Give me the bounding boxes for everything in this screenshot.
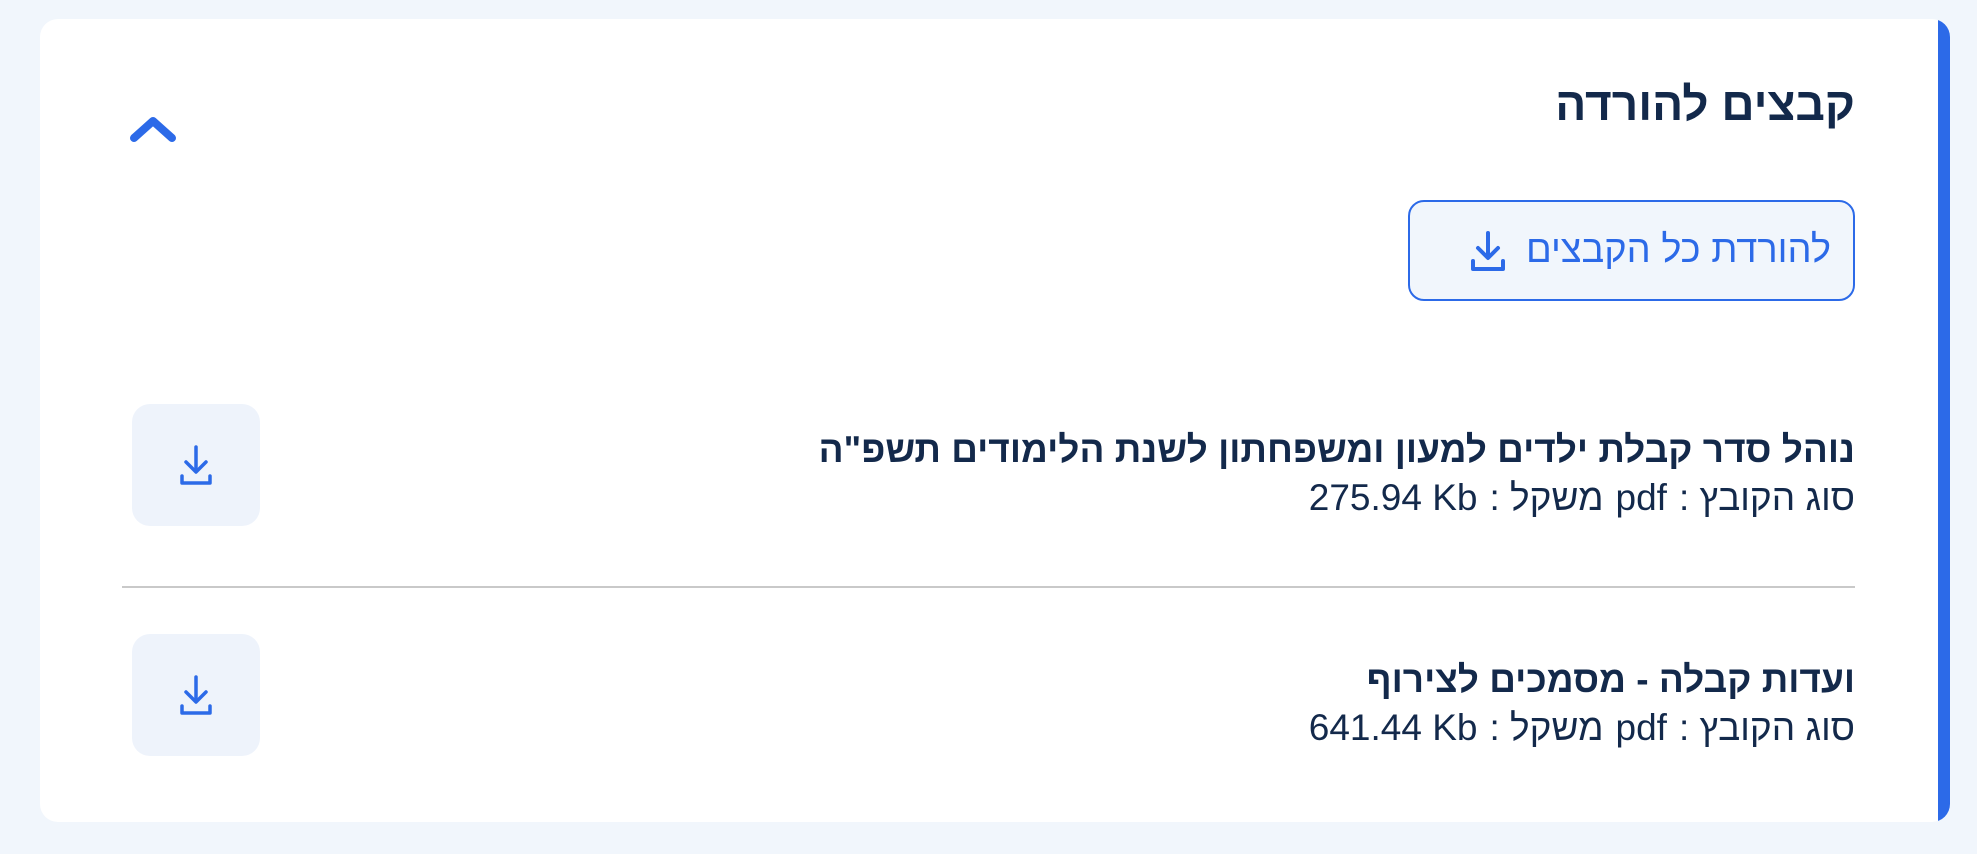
accent-bar [1938, 19, 1950, 822]
section-title: קבצים להורדה [1555, 78, 1855, 130]
downloads-card: קבצים להורדה להורדת כל הקבצים נוהל סדר ק… [40, 19, 1950, 822]
divider [122, 586, 1855, 588]
file-type-label: סוג הקובץ : [1678, 707, 1855, 748]
download-all-button[interactable]: להורדת כל הקבצים [1408, 200, 1855, 301]
file-item: ועדות קבלה - מסמכים לצירוף סוג הקובץ : p… [132, 634, 1855, 756]
download-icon [180, 445, 212, 485]
file-type-value: pdf [1615, 707, 1667, 748]
chevron-up-icon [130, 117, 176, 142]
file-title: נוהל סדר קבלת ילדים למעון ומשפחתון לשנת … [818, 429, 1855, 470]
file-meta: סוג הקובץ : pdf משקל : 641.44 Kb [1309, 706, 1855, 750]
download-all-label: להורדת כל הקבצים [1525, 229, 1831, 271]
file-type-label: סוג הקובץ : [1678, 477, 1855, 518]
file-download-button[interactable] [132, 634, 260, 756]
file-size-value: 641.44 Kb [1308, 707, 1478, 748]
download-icon [1470, 230, 1505, 271]
file-download-button[interactable] [132, 404, 260, 526]
file-title: ועדות קבלה - מסמכים לצירוף [1366, 659, 1855, 700]
file-size-label: משקל : [1489, 707, 1604, 748]
file-size-value: 275.94 Kb [1308, 477, 1478, 518]
file-item: נוהל סדר קבלת ילדים למעון ומשפחתון לשנת … [132, 404, 1855, 526]
collapse-button[interactable] [126, 107, 180, 149]
file-size-label: משקל : [1489, 477, 1604, 518]
file-type-value: pdf [1615, 477, 1667, 518]
file-meta: סוג הקובץ : pdf משקל : 275.94 Kb [1309, 476, 1855, 520]
download-icon [180, 675, 212, 715]
